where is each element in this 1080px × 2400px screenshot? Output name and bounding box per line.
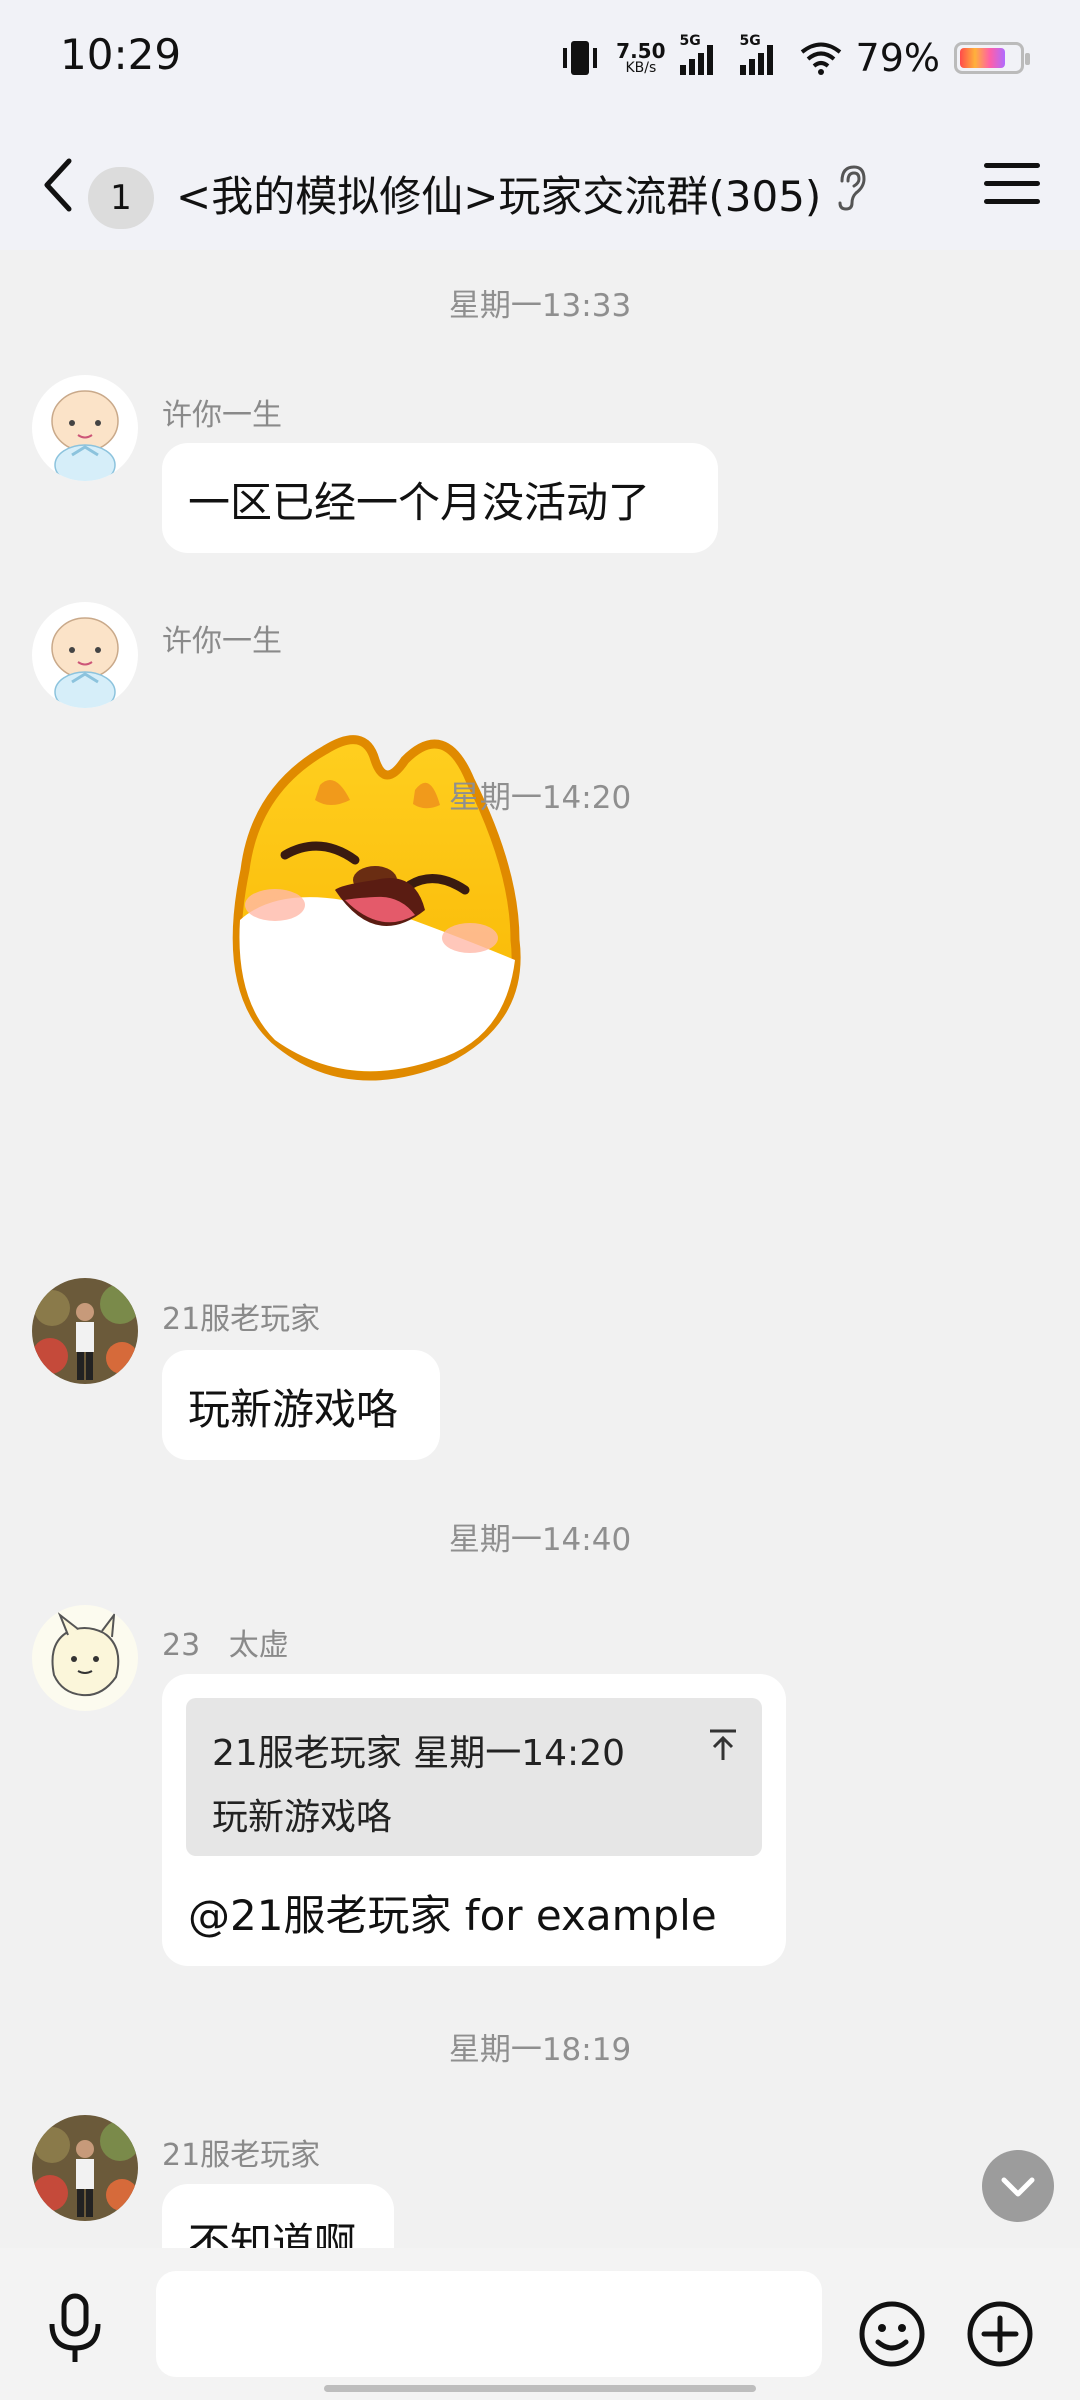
quote-text: 玩新游戏咯 bbox=[212, 1797, 393, 1838]
home-indicator[interactable] bbox=[324, 2385, 756, 2392]
quote-header: 21服老玩家 星期一14:20 bbox=[212, 1733, 625, 1774]
sim2-label: 5G bbox=[739, 33, 761, 49]
battery-icon bbox=[954, 42, 1030, 74]
sender-name: 21服老玩家 bbox=[162, 1302, 321, 1337]
mic-icon[interactable] bbox=[44, 2292, 106, 2364]
menu-icon[interactable] bbox=[984, 163, 1040, 215]
signal-icon-sim1: 5G bbox=[679, 33, 726, 75]
scroll-down-button[interactable] bbox=[982, 2150, 1054, 2222]
chat-header: 1 <我的模拟修仙>玩家交流群(305) bbox=[0, 115, 1080, 250]
ear-icon[interactable] bbox=[834, 163, 868, 213]
sender-name: 21服老玩家 bbox=[162, 2138, 321, 2173]
message-bubble[interactable]: 不知道啊 bbox=[162, 2184, 394, 2248]
unread-count-badge[interactable]: 1 bbox=[88, 167, 154, 229]
status-bar: 10:29 7.50 KB/s 5G 5G 79% bbox=[0, 0, 1080, 115]
quoted-message[interactable]: 21服老玩家 星期一14:20 玩新游戏咯 bbox=[186, 1698, 762, 1856]
wifi-icon bbox=[800, 42, 841, 75]
sender-name: 许你一生 bbox=[162, 624, 282, 659]
plus-icon[interactable] bbox=[966, 2300, 1034, 2368]
sim1-label: 5G bbox=[679, 33, 701, 49]
avatar[interactable] bbox=[32, 1605, 138, 1711]
net-speed-unit: KB/s bbox=[625, 60, 657, 76]
net-speed-value: 7.50 bbox=[616, 39, 666, 63]
signal-icon-sim2: 5G bbox=[739, 33, 786, 75]
net-speed: 7.50 KB/s bbox=[616, 41, 665, 75]
message-bubble[interactable]: 21服老玩家 星期一14:20 玩新游戏咯 @21服老玩家 for exampl… bbox=[162, 1674, 786, 1966]
input-bar bbox=[0, 2248, 1080, 2400]
message-timestamp: 星期一14:20 bbox=[448, 780, 632, 816]
sender-name: 23 太虚 bbox=[162, 1628, 289, 1663]
message-input[interactable] bbox=[156, 2271, 822, 2377]
sender-name: 许你一生 bbox=[162, 398, 282, 433]
message-bubble[interactable]: 玩新游戏咯 bbox=[162, 1350, 440, 1460]
message-timestamp: 星期一13:33 bbox=[448, 288, 632, 324]
jump-to-original-icon[interactable] bbox=[708, 1728, 738, 1762]
message-timestamp: 星期一14:40 bbox=[448, 1522, 632, 1558]
battery-percent: 79% bbox=[855, 36, 940, 80]
scroll-down-icon bbox=[1001, 2177, 1035, 2197]
avatar[interactable] bbox=[32, 1278, 138, 1384]
emoji-icon[interactable] bbox=[858, 2300, 926, 2368]
status-time: 10:29 bbox=[60, 30, 182, 79]
message-timestamp: 星期一18:19 bbox=[448, 2032, 632, 2068]
group-title[interactable]: <我的模拟修仙>玩家交流群(305) bbox=[176, 163, 821, 224]
avatar[interactable] bbox=[32, 375, 138, 481]
vibrate-icon bbox=[563, 41, 598, 75]
status-icons: 7.50 KB/s 5G 5G 79% bbox=[558, 30, 1030, 86]
back-icon[interactable] bbox=[35, 155, 85, 215]
avatar[interactable] bbox=[32, 602, 138, 708]
message-bubble[interactable]: 一区已经一个月没活动了 bbox=[162, 443, 718, 553]
chat-message-list[interactable]: 星期一13:33 许你一生 一区已经一个月没活动了 许你一生 星期一14:20 … bbox=[0, 250, 1080, 2248]
avatar[interactable] bbox=[32, 2115, 138, 2221]
message-text: @21服老玩家 for example bbox=[188, 1891, 717, 1940]
